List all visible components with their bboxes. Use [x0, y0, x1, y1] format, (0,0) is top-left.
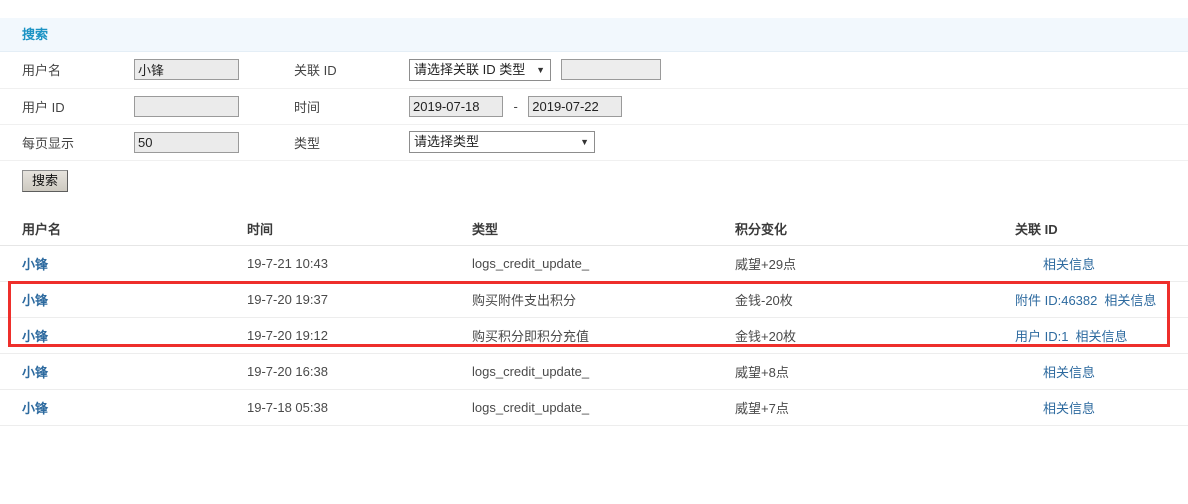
userid-label-cell: 用户 ID	[0, 88, 134, 125]
cell-assoc-id: 相关信息	[1007, 245, 1188, 282]
cell-username: 小锋	[0, 317, 247, 354]
cell-assoc-id: 附件 ID:46382 相关信息	[1007, 281, 1188, 318]
search-form-submit-row: 搜索	[0, 160, 1188, 201]
cell-time: 19-7-20 19:12	[247, 317, 472, 354]
username-link[interactable]: 小锋	[22, 329, 48, 344]
cell-time: 19-7-20 19:37	[247, 281, 472, 318]
column-header-username: 用户名	[0, 212, 247, 246]
assoc-wrap: 相关信息	[1015, 254, 1095, 273]
cell-credit: 威望+7点	[735, 389, 1007, 426]
username-input[interactable]	[134, 59, 239, 81]
cell-username: 小锋	[0, 281, 247, 318]
assoc-id-value: 附件 ID:46382	[1015, 293, 1098, 308]
search-panel: 搜索 用户名 关联 ID 请选择关联 ID 类型 ▼	[0, 18, 1188, 201]
search-button[interactable]: 搜索	[22, 169, 69, 192]
username-label: 用户名	[22, 63, 62, 79]
type-select[interactable]: 请选择类型 ▼	[409, 131, 595, 153]
type-label: 类型	[294, 135, 321, 151]
results-table-head: 用户名 时间 类型 积分变化 关联 ID	[0, 212, 1188, 246]
perpage-input[interactable]	[134, 131, 239, 153]
search-panel-header: 搜索	[0, 18, 1188, 52]
username-link[interactable]: 小锋	[22, 365, 48, 380]
username-label-cell: 用户名	[0, 52, 134, 89]
cell-type: 购买积分即积分充值	[472, 317, 735, 354]
assoc-id-value: 用户 ID:1	[1015, 329, 1069, 344]
column-header-assoc-id: 关联 ID	[1007, 212, 1188, 246]
table-row[interactable]: 小锋 19-7-20 19:12 购买积分即积分充值 金钱+20枚 用户 ID:…	[0, 317, 1188, 354]
userid-label: 用户 ID	[22, 99, 65, 115]
cell-assoc-id: 用户 ID:1 相关信息	[1007, 317, 1188, 354]
search-form-row-1: 用户名 关联 ID 请选择关联 ID 类型 ▼	[0, 52, 1188, 89]
related-info-link[interactable]: 相关信息	[1043, 401, 1095, 416]
assoc-wrap: 附件 ID:46382 相关信息	[1015, 290, 1156, 309]
userid-input[interactable]	[134, 95, 239, 117]
perpage-field-cell	[134, 124, 294, 161]
assoc-wrap: 相关信息	[1015, 398, 1095, 417]
username-link[interactable]: 小锋	[22, 293, 48, 308]
submit-cell: 搜索	[0, 160, 1188, 201]
assoc-type-select[interactable]: 请选择关联 ID 类型 ▼	[409, 58, 551, 81]
cell-username: 小锋	[0, 389, 247, 426]
chevron-down-icon: ▼	[536, 64, 545, 75]
related-info-link[interactable]: 相关信息	[1043, 365, 1095, 380]
assoc-id-label-cell: 关联 ID	[294, 52, 409, 89]
related-info-link[interactable]: 相关信息	[1075, 329, 1127, 344]
cell-assoc-id: 相关信息	[1007, 389, 1188, 426]
assoc-type-select-value: 请选择关联 ID 类型	[414, 61, 526, 77]
cell-time: 19-7-21 10:43	[247, 245, 472, 282]
table-row[interactable]: 小锋 19-7-20 16:38 logs_credit_update_ 威望+…	[0, 353, 1188, 390]
cell-type: logs_credit_update_	[472, 389, 735, 426]
date-range-separator: -	[513, 98, 518, 114]
type-label-cell: 类型	[294, 124, 409, 161]
table-row[interactable]: 小锋 19-7-20 19:37 购买附件支出积分 金钱-20枚 附件 ID:4…	[0, 281, 1188, 318]
cell-credit: 威望+8点	[735, 353, 1007, 390]
date-end-input[interactable]	[528, 95, 623, 117]
type-field-cell: 请选择类型 ▼	[409, 124, 1188, 161]
search-form: 用户名 关联 ID 请选择关联 ID 类型 ▼	[0, 52, 1188, 201]
assoc-id-input[interactable]	[560, 59, 661, 81]
username-link[interactable]: 小锋	[22, 257, 48, 272]
related-info-link[interactable]: 相关信息	[1104, 293, 1156, 308]
perpage-label-cell: 每页显示	[0, 124, 134, 161]
cell-time: 19-7-20 16:38	[247, 353, 472, 390]
cell-assoc-id: 相关信息	[1007, 353, 1188, 390]
results-table-body: 小锋 19-7-21 10:43 logs_credit_update_ 威望+…	[0, 245, 1188, 426]
date-start-input[interactable]	[409, 95, 503, 117]
type-select-value: 请选择类型	[414, 134, 480, 149]
column-header-time: 时间	[247, 212, 472, 246]
perpage-label: 每页显示	[22, 135, 75, 151]
cell-credit: 金钱-20枚	[735, 281, 1007, 318]
assoc-id-field-cell: 请选择关联 ID 类型 ▼	[409, 52, 1188, 89]
assoc-wrap: 用户 ID:1 相关信息	[1015, 326, 1127, 345]
results-table: 用户名 时间 类型 积分变化 关联 ID 小锋 19-7-21 10:43 lo…	[0, 212, 1188, 426]
username-field-cell	[134, 52, 294, 89]
chevron-down-icon: ▼	[580, 137, 589, 147]
cell-type: 购买附件支出积分	[472, 281, 735, 318]
cell-credit: 金钱+20枚	[735, 317, 1007, 354]
column-header-type: 类型	[472, 212, 735, 246]
search-form-row-3: 每页显示 类型 请选择类型 ▼	[0, 124, 1188, 161]
assoc-id-label: 关联 ID	[294, 63, 337, 79]
cell-username: 小锋	[0, 245, 247, 282]
search-panel-title: 搜索	[22, 27, 49, 42]
time-range-cell: -	[409, 88, 1188, 125]
cell-credit: 威望+29点	[735, 245, 1007, 282]
userid-field-cell	[134, 88, 294, 125]
cell-type: logs_credit_update_	[472, 245, 735, 282]
cell-time: 19-7-18 05:38	[247, 389, 472, 426]
time-label-cell: 时间	[294, 88, 409, 125]
search-form-row-2: 用户 ID 时间 -	[0, 88, 1188, 125]
time-label: 时间	[294, 99, 321, 115]
cell-type: logs_credit_update_	[472, 353, 735, 390]
table-row[interactable]: 小锋 19-7-18 05:38 logs_credit_update_ 威望+…	[0, 389, 1188, 426]
username-link[interactable]: 小锋	[22, 401, 48, 416]
assoc-wrap: 相关信息	[1015, 362, 1095, 381]
column-header-credit: 积分变化	[735, 212, 1007, 246]
table-row[interactable]: 小锋 19-7-21 10:43 logs_credit_update_ 威望+…	[0, 245, 1188, 282]
results-header-row: 用户名 时间 类型 积分变化 关联 ID	[0, 212, 1188, 246]
related-info-link[interactable]: 相关信息	[1043, 257, 1095, 272]
cell-username: 小锋	[0, 353, 247, 390]
